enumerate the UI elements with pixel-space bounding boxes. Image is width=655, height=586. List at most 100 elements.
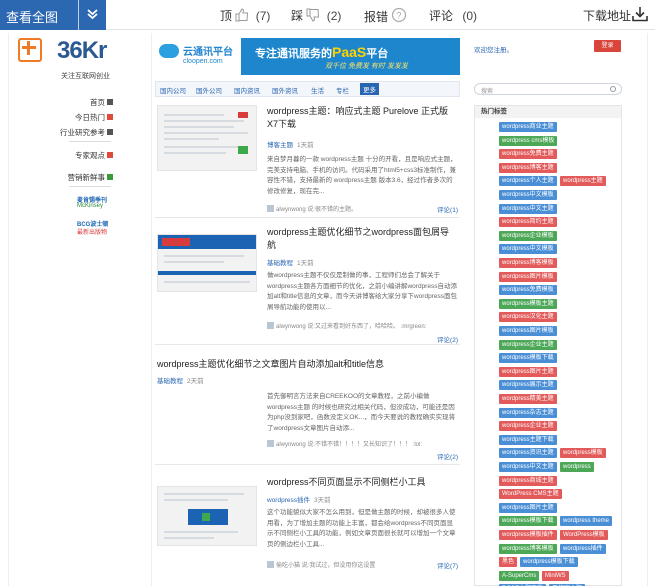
tag-link[interactable]: wordpress中文主题	[499, 203, 557, 214]
tab-life[interactable]: 生活	[311, 85, 324, 95]
nav-expert[interactable]: 专家观点	[75, 150, 113, 161]
search-icon[interactable]	[610, 86, 616, 92]
tab-column[interactable]: 专栏	[336, 85, 349, 95]
article-comment-count[interactable]: 评论(2)	[437, 451, 458, 461]
tag-link[interactable]: wordpress个人主题	[499, 176, 557, 187]
tag-link[interactable]: wordpress图片主题	[499, 502, 557, 513]
nav-today-hot[interactable]: 今日热门	[75, 112, 113, 123]
article-comment-count[interactable]: 评论(1)	[437, 204, 458, 214]
tag-link[interactable]: wordpress汉化主题	[499, 312, 557, 323]
tag-link[interactable]: wordpress博客主题	[499, 162, 557, 173]
tab-foreign-news[interactable]: 国外资讯	[272, 85, 298, 95]
comment-text: alwynwong 说:不错不错！！！！又长知识了！！！ :lol:	[276, 442, 423, 448]
nav-home[interactable]: 首页	[90, 97, 113, 108]
article-category[interactable]: 基础教程	[267, 260, 293, 267]
upvote-button[interactable]: 顶 (7)	[220, 7, 270, 24]
comment-button[interactable]: 评论 (0)	[429, 7, 477, 24]
tag-link[interactable]: wordpress主题下载	[499, 434, 557, 445]
banner-slogan: 双千位 免费发 有时 发发发	[325, 63, 408, 70]
tag-link[interactable]: wordpress免费模板	[499, 285, 557, 296]
tag-link[interactable]: wordpress模板	[560, 448, 606, 459]
comment-text: alwynwong 说:很不错的主题。	[276, 207, 358, 213]
article-thumbnail[interactable]	[157, 234, 257, 292]
avatar	[267, 205, 274, 212]
tag-link[interactable]: 黑色	[499, 557, 518, 568]
tag-link[interactable]: wordpress商城主题	[499, 475, 557, 486]
nav-divider	[69, 141, 111, 142]
download-link[interactable]: 下载地址	[583, 7, 631, 24]
article-thumbnail[interactable]	[157, 105, 257, 171]
tab-foreign-company[interactable]: 国外公司	[196, 85, 222, 95]
tag-link[interactable]: wordpress模板下载	[520, 557, 578, 568]
tag-link[interactable]: wordpress企业主题	[499, 339, 557, 350]
report-error-button[interactable]: 报错 ?	[364, 7, 407, 25]
article-comment-count[interactable]: 评论(2)	[437, 334, 458, 344]
search-input[interactable]: 搜索	[474, 83, 622, 95]
article-comment-count[interactable]: 评论(7)	[437, 560, 458, 570]
nav-home-label: 首页	[90, 98, 105, 107]
tag-link[interactable]: wordpress模板插件	[499, 530, 557, 540]
add-icon[interactable]	[18, 38, 42, 62]
article-category[interactable]: wordpress插件	[267, 497, 310, 504]
tag-link[interactable]: MiniWS	[542, 570, 569, 581]
article-title[interactable]: wordpress主题：响应式主题 Purelove 正式版X7下载	[267, 105, 457, 131]
article-category[interactable]: 基础教程	[157, 378, 183, 385]
report-label: 报错	[364, 10, 389, 24]
tag-link[interactable]: wordpress博客模板	[499, 258, 557, 268]
article-title[interactable]: wordpress主题优化细节之wordpress面包屑导航	[267, 226, 457, 252]
tag-link[interactable]: wordpress theme	[560, 516, 613, 527]
article-title[interactable]: wordpress主题优化细节之文章图片自动添加alt和title信息	[157, 358, 457, 371]
tag-link[interactable]: WordPress模板	[560, 530, 608, 540]
tag-link[interactable]: A-SuperCms	[499, 570, 540, 581]
tag-link[interactable]: wordpress图片模板	[499, 271, 557, 282]
tag-link[interactable]: wordpress cms模板	[499, 135, 558, 146]
article-time: 2天前	[187, 378, 204, 385]
tag-link[interactable]: wordpress插件	[560, 543, 606, 554]
downvote-button[interactable]: 踩 (2)	[291, 7, 341, 24]
tab-domestic-news[interactable]: 国内资讯	[234, 85, 260, 95]
tag-link[interactable]: wordpress杂志主题	[499, 407, 557, 418]
tag-link[interactable]: wordpress商业主题	[499, 122, 557, 132]
chevron-down-icon[interactable]	[86, 7, 99, 20]
view-all-button[interactable]: 查看全图	[0, 0, 106, 30]
welcome-text[interactable]: 欢迎您注册。	[474, 44, 513, 54]
tab-domestic-company[interactable]: 国内公司	[160, 85, 186, 95]
nav-research[interactable]: 行业研究参考	[60, 127, 113, 138]
tag-link[interactable]: wordpress图片主题	[499, 366, 557, 377]
site-logo[interactable]: 36Kr	[57, 37, 107, 65]
tag-link[interactable]: wordpress简约主题	[499, 217, 557, 228]
tag-link[interactable]: wordpress模板主题	[499, 298, 557, 309]
tag-link[interactable]: wordpress资讯主题	[499, 448, 557, 459]
tag-link[interactable]: wordpress展示主题	[499, 380, 557, 391]
cloud-icon	[159, 44, 179, 58]
tab-more[interactable]: 更多	[360, 83, 379, 95]
downvote-count: (2)	[326, 9, 342, 23]
tag-link[interactable]: wordpress中文模板	[499, 244, 557, 255]
article-time: 1天前	[297, 142, 314, 149]
tag-link[interactable]: wordpress精美主题	[499, 394, 557, 404]
login-button[interactable]: 登录	[594, 40, 621, 52]
tag-link[interactable]: wordpress	[560, 462, 594, 472]
tag-link[interactable]: wordpress模板下载	[499, 516, 557, 527]
article-thumbnail[interactable]	[157, 486, 257, 546]
upvote-count: (7)	[255, 9, 271, 23]
tag-link[interactable]: wordpress博客模板	[499, 543, 557, 554]
tag-link[interactable]: WordPress CMS主题	[499, 489, 562, 500]
banner-ad[interactable]: 云通讯平台 cloopen.com 专注通讯服务的PaaS平台 双千位 免费发 …	[155, 38, 460, 75]
tag-link[interactable]: wordpress主题	[560, 176, 606, 187]
article-meta: 基础教程 2天前	[157, 375, 204, 385]
nav-marketing[interactable]: 营销新鲜事	[68, 172, 113, 183]
banner-headline-pre: 专注通讯服务的	[255, 48, 332, 60]
download-icon[interactable]	[631, 5, 649, 23]
article-meta: 基础教程 1天前	[267, 257, 314, 267]
tag-link[interactable]: wordpress企业主题	[499, 421, 557, 432]
tag-link[interactable]: wordpress企业模板	[499, 230, 557, 241]
article-title[interactable]: wordpress不同页面显示不同侧栏小工具	[267, 476, 457, 489]
tag-link[interactable]: wordpress图片模板	[499, 326, 557, 336]
comment-label: 评论	[429, 9, 454, 23]
tag-link[interactable]: wordpress中文主题	[499, 462, 557, 472]
tag-link[interactable]: wordpress中文模板	[499, 190, 557, 200]
tag-link[interactable]: wordpress模板下载	[499, 353, 557, 364]
article-category[interactable]: 博客主题	[267, 142, 293, 149]
tag-link[interactable]: wordpress免费主题	[499, 149, 557, 160]
